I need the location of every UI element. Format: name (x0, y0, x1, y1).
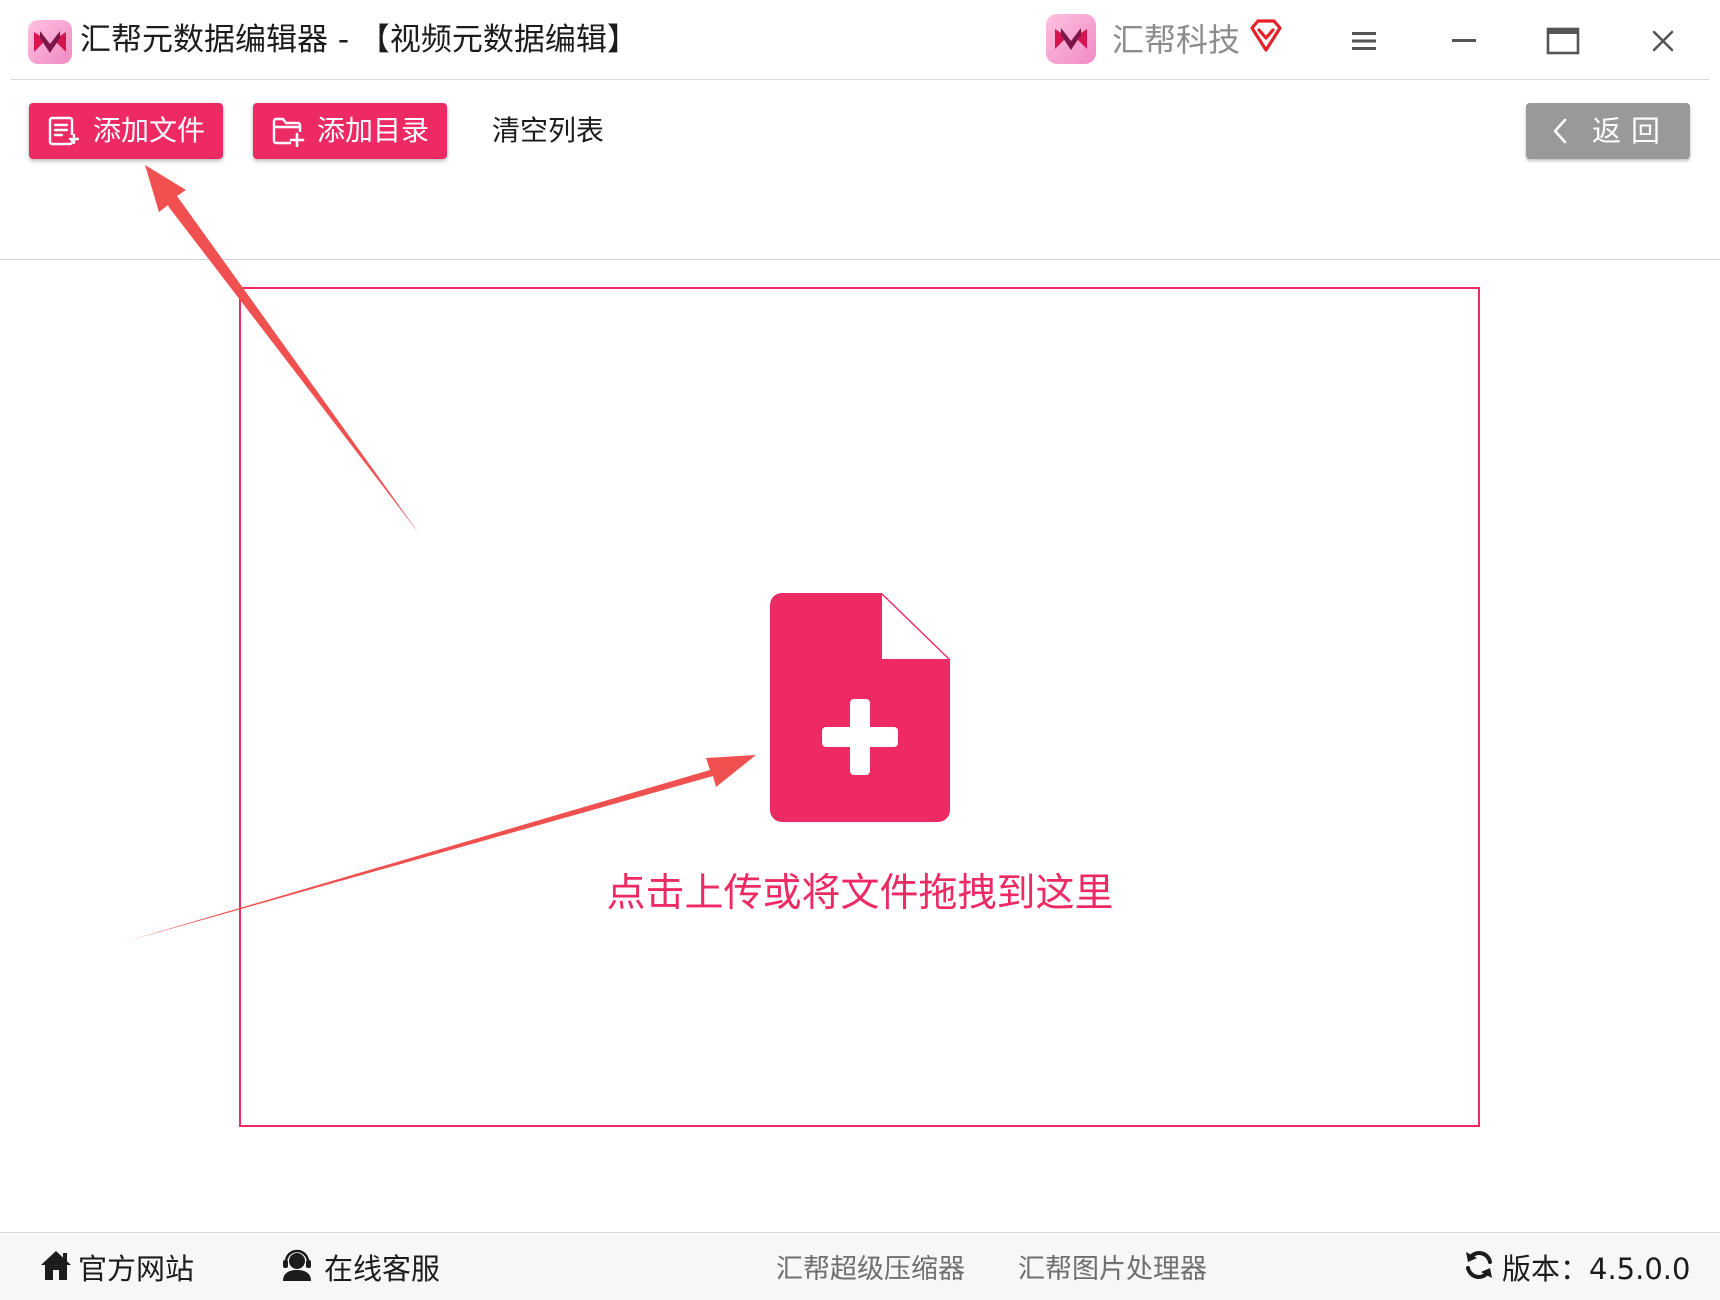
brand-name: 汇帮科技 (1112, 21, 1241, 59)
back-button[interactable]: 返回 (1526, 103, 1690, 159)
add-file-label: 添加文件 (93, 114, 206, 147)
menu-icon[interactable] (1338, 18, 1390, 64)
app-logo-icon (28, 20, 72, 64)
add-directory-label: 添加目录 (317, 114, 430, 147)
toolbar-divider (0, 259, 1720, 260)
version-label: 版本：4.5.0.0 (1502, 1251, 1691, 1286)
version-info[interactable]: 版本：4.5.0.0 (1462, 1233, 1690, 1300)
status-bar: 官方网站 在线客服 汇帮超级压缩器 汇帮图片处理器 版本：4.5.0.0 (0, 1233, 1720, 1300)
official-website-label: 官方网站 (78, 1251, 195, 1286)
drop-hint-text: 点击上传或将文件拖拽到这里 (606, 871, 1114, 916)
compressor-label: 汇帮超级压缩器 (776, 1254, 965, 1285)
add-directory-button[interactable]: 添加目录 (253, 103, 447, 159)
add-folder-icon (271, 115, 305, 148)
add-file-icon (47, 115, 80, 147)
compressor-link[interactable]: 汇帮超级压缩器 (776, 1233, 965, 1300)
refresh-icon (1462, 1248, 1496, 1286)
title-bar: 汇帮元数据编辑器 - 【视频元数据编辑】 汇帮科技 (0, 0, 1720, 80)
online-support-label: 在线客服 (324, 1251, 441, 1286)
toolbar: 添加文件 添加目录 清空列表 返回 (0, 80, 1720, 260)
clear-list-button[interactable]: 清空列表 (492, 103, 604, 159)
chevron-left-icon (1550, 116, 1570, 150)
headset-icon (280, 1248, 314, 1286)
online-support-link[interactable]: 在线客服 (280, 1233, 440, 1300)
home-icon (38, 1248, 74, 1286)
back-label: 返回 (1592, 114, 1671, 148)
vip-diamond-icon[interactable] (1248, 18, 1284, 58)
official-website-link[interactable]: 官方网站 (38, 1233, 194, 1300)
add-file-button[interactable]: 添加文件 (29, 103, 223, 159)
maximize-icon[interactable] (1537, 18, 1589, 64)
file-plus-icon[interactable] (770, 593, 950, 822)
window-title: 汇帮元数据编辑器 - 【视频元数据编辑】 (80, 22, 638, 58)
image-processor-label: 汇帮图片处理器 (1018, 1254, 1207, 1285)
image-processor-link[interactable]: 汇帮图片处理器 (1018, 1233, 1207, 1300)
brand-logo-icon (1046, 14, 1096, 64)
minimize-icon[interactable] (1438, 18, 1490, 64)
close-icon[interactable] (1637, 18, 1689, 64)
